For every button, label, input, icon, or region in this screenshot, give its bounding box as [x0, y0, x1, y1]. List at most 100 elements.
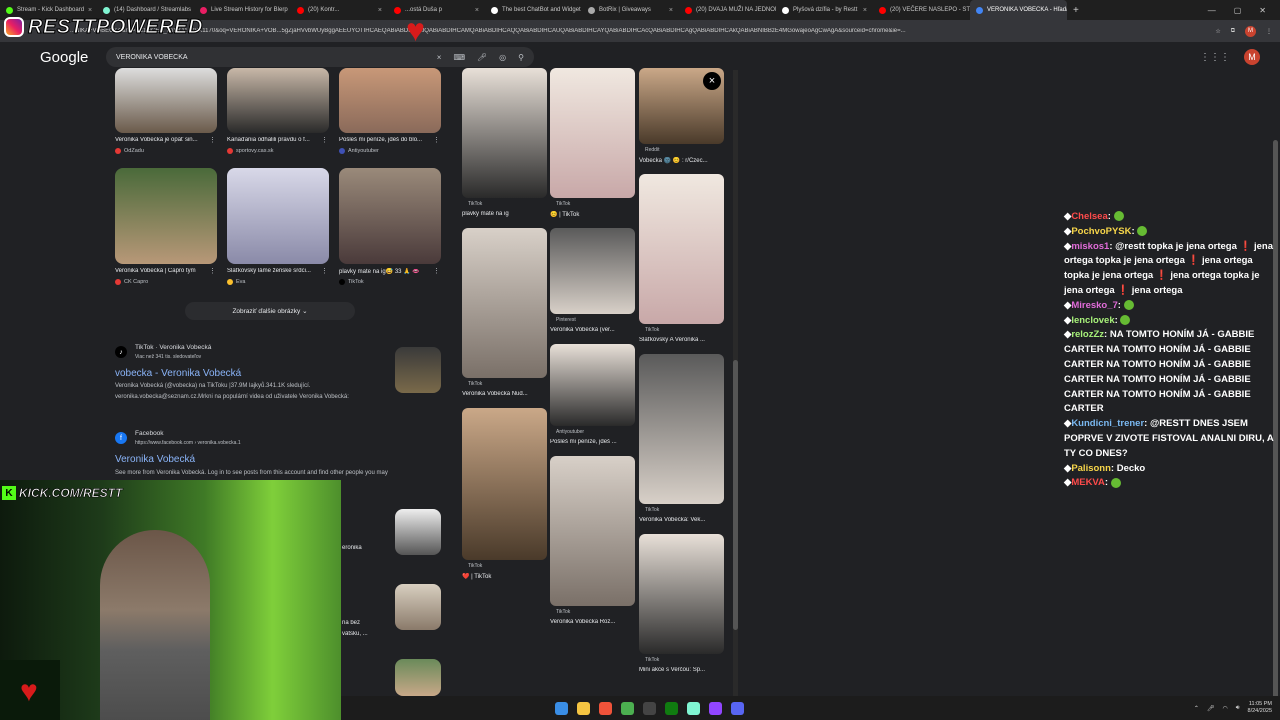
more-options-icon[interactable]: ⋮ — [321, 136, 328, 144]
search-box[interactable]: VERONIKA VOBECKA × ⌨ 🎤︎ ◎ ⚲ — [106, 47, 534, 67]
chat-username[interactable]: Miresko_7 — [1071, 300, 1117, 311]
minimize-icon[interactable]: — — [1208, 6, 1216, 15]
result-thumbnail[interactable] — [395, 347, 441, 393]
more-options-icon[interactable]: ⋮ — [209, 267, 216, 275]
panel-image[interactable] — [639, 534, 724, 654]
result-thumbnail[interactable] — [395, 584, 441, 630]
scroll-thumb[interactable] — [733, 360, 738, 630]
file-explorer-icon[interactable] — [577, 701, 590, 715]
mic-icon[interactable]: 🎤︎ — [1207, 705, 1215, 712]
new-tab-button[interactable]: + — [1067, 5, 1085, 16]
show-more-images-button[interactable]: Zobraziť ďalšie obrázky ⌄ — [185, 302, 355, 320]
more-options-icon[interactable]: ⋮ — [209, 136, 216, 144]
profile-avatar[interactable]: M — [1245, 25, 1256, 37]
windows-start-icon[interactable] — [555, 701, 568, 715]
more-options-icon[interactable]: ⋮ — [433, 136, 440, 144]
browser-tab[interactable]: (20) Kontr... × — [291, 0, 388, 20]
result-url[interactable]: https://www.facebook.com › veronika.vobe… — [135, 440, 241, 446]
panel-image-caption[interactable]: plavky mate na ig — [462, 211, 546, 217]
panel-image[interactable] — [639, 354, 724, 504]
streamlabs-icon[interactable] — [687, 701, 700, 715]
browser-tab[interactable]: (20) VEČERE NASLEPO - STRI× — [873, 0, 970, 20]
mic-icon[interactable]: 🎤︎ — [477, 53, 487, 62]
panel-image-caption[interactable]: ❤️ | TikTok — [462, 573, 546, 580]
search-query[interactable]: VERONIKA VOBECKA — [116, 54, 188, 61]
close-tab-icon[interactable]: × — [88, 7, 92, 14]
close-tab-icon[interactable]: × — [378, 7, 382, 14]
result-title[interactable]: Veronika Vobecká — [115, 454, 195, 465]
maximize-icon[interactable]: ▢ — [1234, 6, 1242, 15]
image-thumbnail[interactable] — [227, 68, 329, 133]
chat-username[interactable]: relozZz — [1071, 329, 1104, 340]
panel-image[interactable] — [639, 174, 724, 324]
image-caption[interactable]: Veronika Vobecká je opäť sin... — [115, 137, 210, 143]
image-caption[interactable]: Pošleš mi peníze, jdeš do blo... — [339, 137, 434, 143]
browser-tab[interactable]: VERONIKA VOBECKA - Hľadať× — [970, 0, 1067, 20]
panel-image[interactable] — [462, 228, 547, 378]
panel-image[interactable] — [550, 228, 635, 314]
clock[interactable]: 11:05 PM 8/24/2025 — [1248, 701, 1272, 715]
image-caption[interactable]: Veronika Vobecká | Capro tým — [115, 268, 210, 274]
chat-username[interactable]: lenclovek — [1071, 315, 1114, 326]
chat-username[interactable]: miskos1 — [1071, 241, 1109, 252]
image-thumbnail[interactable] — [115, 168, 217, 264]
browser-tab[interactable]: The best ChatBot and Widget× — [485, 0, 582, 20]
lens-icon[interactable]: ◎ — [499, 53, 506, 62]
chat-username[interactable]: Palisonn — [1071, 463, 1111, 474]
result-thumbnail[interactable] — [395, 509, 441, 555]
extensions-icon[interactable]: ⧉ — [1231, 28, 1235, 35]
panel-image-caption[interactable]: Vobecka 🌚 😊 : r/Czec... — [639, 157, 723, 164]
close-tab-icon[interactable]: × — [669, 7, 673, 14]
close-tab-icon[interactable]: × — [475, 7, 479, 14]
close-tab-icon[interactable]: × — [863, 7, 867, 14]
panel-image-caption[interactable]: Veronika Vobecká: Vek... — [639, 517, 723, 523]
apps-grid-icon[interactable]: ⋮⋮⋮ — [1200, 52, 1230, 63]
panel-image[interactable] — [550, 456, 635, 606]
result-url[interactable]: Viac než 341 tis. sledovateľov — [135, 354, 201, 360]
panel-image-caption[interactable]: Veronika Vobecká Nud... — [462, 391, 546, 397]
star-icon[interactable]: ☆ — [1215, 28, 1220, 35]
clear-icon[interactable]: × — [437, 53, 442, 62]
panel-image-caption[interactable]: Pošleš mi peníze, jdeš ... — [550, 439, 634, 445]
browser-tab[interactable]: Plyšová dzífia - by Restt × — [776, 0, 873, 20]
chrome-icon[interactable] — [621, 701, 634, 715]
more-options-icon[interactable]: ⋮ — [321, 267, 328, 275]
browser-tab[interactable]: ...ostá Duša p × — [388, 0, 485, 20]
google-avatar[interactable]: M — [1244, 49, 1260, 65]
volume-icon[interactable]: 🔊︎ — [1236, 705, 1240, 712]
image-thumbnail[interactable] — [227, 168, 329, 264]
panel-image[interactable] — [550, 68, 635, 198]
panel-image-caption[interactable]: Slaťkovsky A Veronika ... — [639, 337, 723, 343]
more-options-icon[interactable]: ⋮ — [433, 267, 440, 275]
xbox-icon[interactable] — [665, 701, 678, 715]
wifi-icon[interactable]: ◠ — [1223, 705, 1228, 712]
chat-username[interactable]: Chelsea — [1071, 211, 1107, 222]
browser-tab[interactable]: BotRix | Giveaways × — [582, 0, 679, 20]
panel-image[interactable] — [462, 408, 547, 560]
image-thumbnail[interactable] — [339, 68, 441, 133]
panel-scrollbar[interactable] — [733, 70, 738, 698]
panel-image[interactable] — [550, 344, 635, 426]
chat-username[interactable]: Kundicni_trener — [1071, 418, 1144, 429]
chevron-up-icon[interactable]: ⌃ — [1194, 705, 1199, 712]
menu-icon[interactable]: ⋮ — [1266, 28, 1272, 35]
panel-image-caption[interactable]: Veronika Vobecká (ver... — [550, 327, 634, 333]
close-panel-button[interactable]: × — [703, 72, 721, 90]
google-logo[interactable]: Google — [40, 49, 88, 66]
url-text[interactable]: ...NIKA+VOBECKA&rlz=1C1GCEA_enSK1170SK11… — [70, 28, 1130, 34]
close-window-icon[interactable]: ✕ — [1259, 6, 1266, 15]
keyboard-icon[interactable]: ⌨ — [453, 53, 465, 62]
brave-icon[interactable] — [599, 701, 612, 715]
panel-image-caption[interactable]: Mini akce s Verčou: Sp... — [639, 667, 723, 673]
chat-username[interactable]: MEKVA — [1071, 477, 1105, 488]
image-caption[interactable]: Slaťkovský láme ženské srdci... — [227, 268, 322, 274]
browser-tab[interactable]: Live Stream History for Blerp× — [194, 0, 291, 20]
panel-image-caption[interactable]: Veronika Vobecka Roz... — [550, 619, 634, 625]
chat-username[interactable]: PochvoPYSK — [1071, 226, 1131, 237]
image-thumbnail[interactable] — [115, 68, 217, 133]
result-title[interactable]: vobecka - Veronika Vobecká — [115, 368, 241, 379]
image-thumbnail[interactable] — [339, 168, 441, 264]
panel-image-caption[interactable]: 😊 | TikTok — [550, 211, 634, 218]
browser-tab[interactable]: (20) DVAJA MUŽI NA JEDNOM× — [679, 0, 776, 20]
image-caption[interactable]: plavky mate na ig😅 33 🙏 👄 — [339, 268, 434, 275]
